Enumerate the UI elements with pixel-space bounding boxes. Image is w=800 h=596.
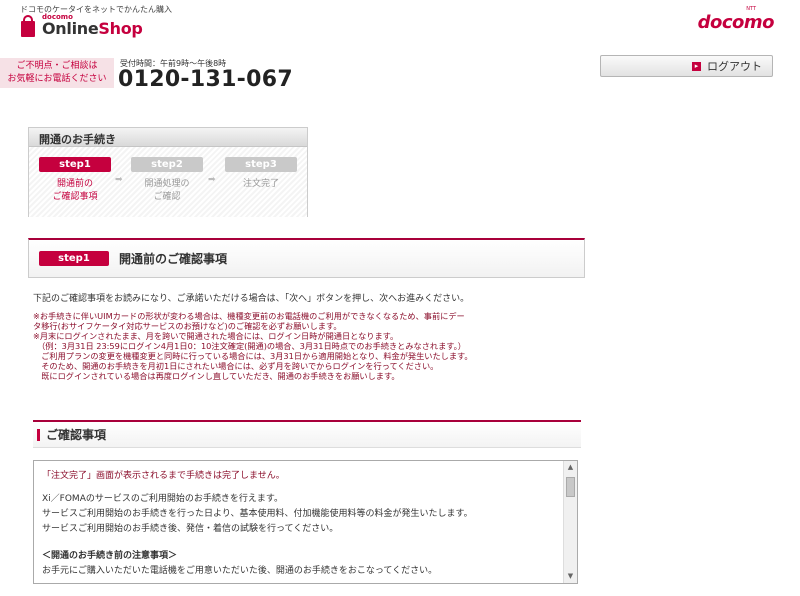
note-line: （例：3月31日 23:59にログイン4月1日0：10注文確定(開通)の場合、3… — [33, 341, 466, 351]
terms-line: サービスご利用開始のお手続きを行った日より、基本使用料、付加機能使用料等の料金が… — [42, 509, 473, 519]
arrow-right-icon: ➡ — [115, 175, 123, 185]
note-line: ※月末にログインされたまま、月を跨いで開通された場合には、ログイン日時が開通日と… — [33, 331, 399, 341]
terms-warning: 「注文完了」画面が表示されるまで手続きは完了しません。 — [42, 471, 285, 481]
contact-box: ご不明点・ご相談は お気軽にお電話ください — [0, 58, 114, 88]
step-3: step3 注文完了 — [225, 157, 297, 191]
accent-bar — [37, 428, 40, 441]
section-header: step1 開通前のご確認事項 — [28, 238, 585, 278]
logout-label: ログアウト — [707, 60, 762, 73]
note-line: タ移行(おサイフケータイ対応サービスのお預けなど)のご確認を必ずお願いします。 — [33, 321, 342, 331]
notes-block: ※お手続きに伴いUIMカードの形状が変わる場合は、機種変更前のお電話機のご利用が… — [33, 311, 581, 381]
vertical-scrollbar[interactable]: ▲ ▼ — [563, 461, 577, 583]
step-3-pill: step3 — [225, 157, 297, 172]
step-1: step1 開通前の ご確認事項 — [39, 157, 111, 204]
arrow-right-icon: ▸ — [692, 61, 701, 71]
note-line: そのため、開通のお手続きを月初1日にされたい場合には、必ず月を跨いでからログイン… — [33, 361, 439, 371]
step-1-caption: 開通前の ご確認事項 — [52, 179, 98, 202]
intro-text: 下記のご確認事項をお読みになり、ご承諾いただける場合は、「次へ」ボタンを押し、次… — [33, 294, 470, 304]
logo-online-shop: OnlineShop — [42, 19, 143, 38]
scroll-up-icon[interactable]: ▲ — [564, 461, 577, 474]
terms-content: 「注文完了」画面が表示されるまで手続きは完了しません。 Xi／FOMAのサービス… — [42, 469, 562, 579]
shopping-bag-icon — [20, 15, 38, 37]
contact-line-2: お気軽にお電話ください — [7, 74, 107, 84]
steps-title: 開通のお手続き — [29, 128, 307, 147]
terms-scrollbox[interactable]: 「注文完了」画面が表示されるまで手続きは完了しません。 Xi／FOMAのサービス… — [33, 460, 578, 584]
note-line: ご利用プランの変更を機種変更と同時に行っている場合には、3月31日から適用開始と… — [33, 351, 473, 361]
logout-button[interactable]: ▸ ログアウト — [600, 55, 773, 77]
section-title: 開通前のご確認事項 — [119, 252, 228, 266]
online-shop-logo[interactable]: docomo OnlineShop — [20, 14, 143, 37]
terms-subheading: ＜開通のお手続き前の注意事項＞ — [42, 551, 178, 561]
step-2-pill: step2 — [131, 157, 203, 172]
docomo-wordmark: docomo — [697, 12, 775, 33]
arrow-right-icon: ➡ — [208, 175, 216, 185]
step-2-caption: 開通処理の ご確認 — [144, 179, 190, 202]
docomo-brand-logo[interactable]: NTT docomo — [697, 6, 775, 33]
section-step-pill: step1 — [39, 251, 109, 266]
contact-line-1: ご不明点・ご相談は — [16, 61, 98, 71]
scroll-down-icon[interactable]: ▼ — [564, 570, 577, 583]
step-1-pill: step1 — [39, 157, 111, 172]
terms-line: サービスご利用開始のお手続き後、発信・着信の試験を行ってください。 — [42, 524, 339, 534]
steps-panel: 開通のお手続き step1 開通前の ご確認事項 ➡ step2 開通処理の ご確認… — [28, 127, 308, 217]
confirm-header: ご確認事項 — [33, 420, 581, 448]
note-line: 既にログインされている場合は再度ログインし直していただき、開通のお手続きをお願い… — [33, 371, 400, 381]
step-3-caption: 注文完了 — [242, 179, 279, 189]
note-line: ※お手続きに伴いUIMカードの形状が変わる場合は、機種変更前のお電話機のご利用が… — [33, 311, 465, 321]
steps-body: step1 開通前の ご確認事項 ➡ step2 開通処理の ご確認 ➡ step3… — [29, 147, 307, 217]
confirm-title: ご確認事項 — [46, 428, 107, 442]
scroll-thumb[interactable] — [566, 477, 575, 497]
terms-line: お手元にご購入いただいた電話機をご用意いただいた後、開通のお手続きをおこなってく… — [42, 566, 438, 576]
step-2: step2 開通処理の ご確認 — [131, 157, 203, 204]
phone-number: 0120-131-067 — [118, 67, 293, 92]
terms-line: Xi／FOMAのサービスのご利用開始のお手続きを行えます。 — [42, 494, 283, 504]
